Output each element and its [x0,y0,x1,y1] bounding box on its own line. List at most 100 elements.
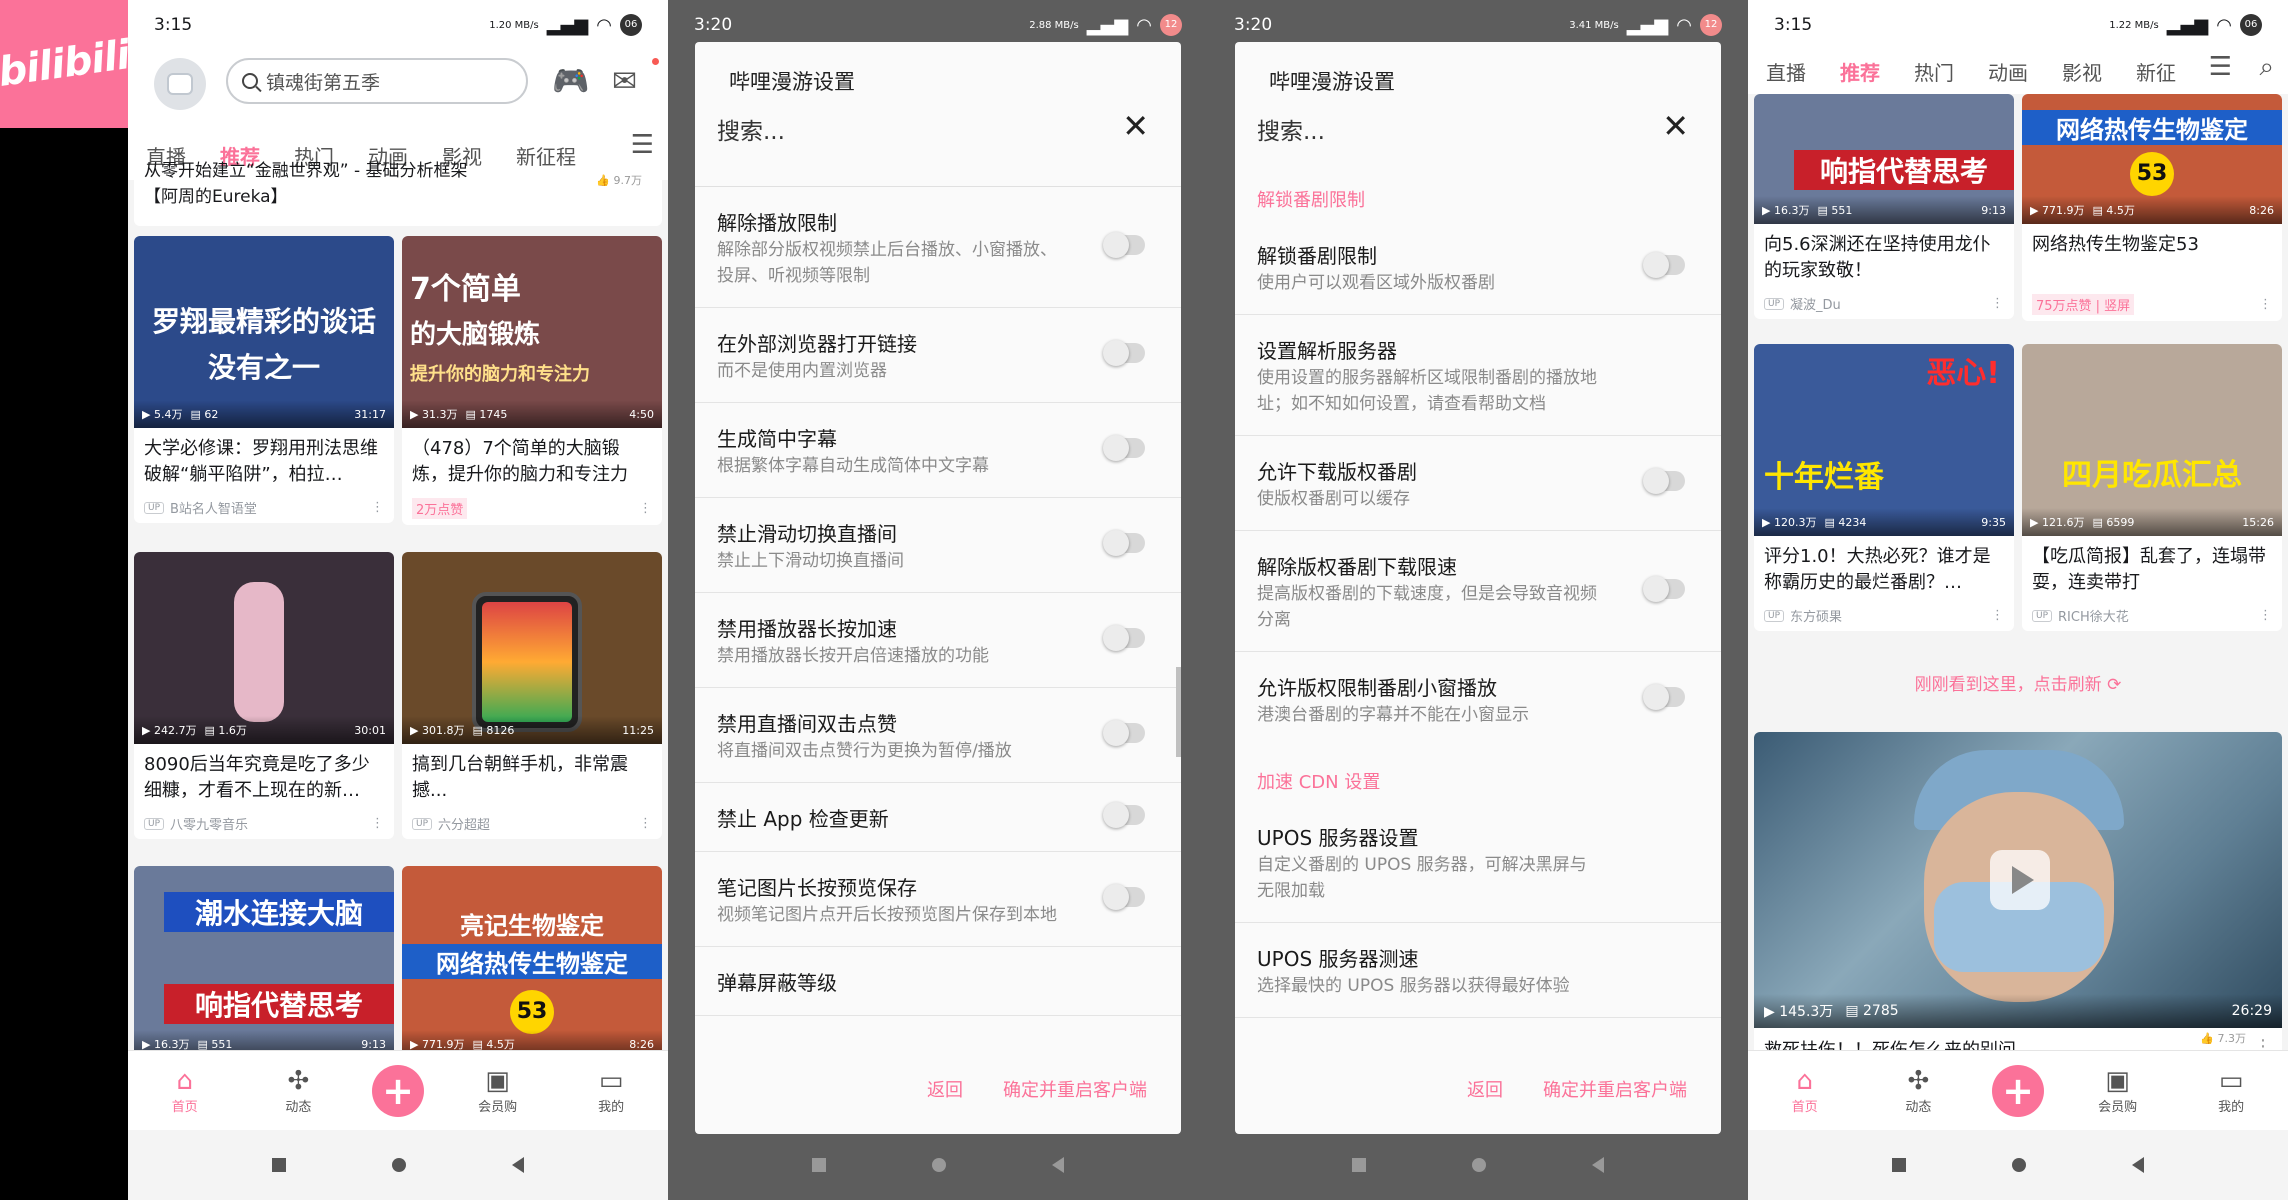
recents-button[interactable] [272,1158,286,1172]
menu-icon[interactable]: ☰ [631,130,654,160]
more-icon[interactable]: ⋮ [371,500,384,515]
setting-row[interactable]: 禁用播放器长按加速 禁用播放器长按开启倍速播放的功能 [695,593,1181,688]
setting-row[interactable]: 生成简中字幕 根据繁体字幕自动生成简体中文字幕 [695,403,1181,498]
more-icon[interactable]: ⋮ [1991,296,2004,311]
refresh-prompt[interactable]: 刚刚看到这里，点击刷新 ⟳ [1748,670,2288,695]
video-card[interactable]: ▶ 301.8万 ▤ 8126 11:25 搞到几台朝鲜手机，非常震撼... UP 六… [402,552,662,839]
close-icon[interactable]: ✕ [1662,110,1689,142]
video-card[interactable]: ▶ 242.7万 ▤ 1.6万 30:01 8090后当年究竟是吃了多少细糠，才看不… [134,552,394,839]
video-card[interactable]: 四月吃瓜汇总 ▶ 121.6万 ▤ 6599 15:26 【吃瓜简报】乱套了，连塌带… [2022,344,2282,631]
more-icon[interactable]: ⋮ [639,501,652,516]
video-card[interactable]: 7个简单 的大脑锻炼 提升你的脑力和专注力 ▶ 31.3万 ▤ 1745 4:50 … [402,236,662,525]
back-text-button[interactable]: 返回 [927,1076,963,1102]
more-icon[interactable]: ⋮ [2259,297,2272,312]
video-stats: ▶ 242.7万 ▤ 1.6万 30:01 [134,716,394,744]
scrollbar[interactable] [1176,667,1181,757]
setting-row[interactable]: 在外部浏览器打开链接 而不是使用内置浏览器 [695,308,1181,403]
setting-row[interactable]: 允许下载版权番剧 使版权番剧可以缓存 [1235,436,1721,531]
video-card[interactable]: 亮记生物鉴定 网络热传生物鉴定 53 ▶ 771.9万 ▤ 4.5万 8:26 [402,866,662,1058]
tab-new-journey[interactable]: 新征 [2136,57,2176,86]
setting-row[interactable]: 禁止 App 检查更新 [695,783,1181,852]
toggle-switch[interactable] [1103,720,1145,746]
toggle-switch[interactable] [1103,625,1145,651]
home-button[interactable] [392,1158,406,1172]
home-button[interactable] [1472,1158,1486,1172]
nav-shop[interactable]: ▣ 会员购 [2078,1066,2158,1115]
tab-hot[interactable]: 热门 [1914,57,1954,86]
publish-button[interactable]: + [371,1064,424,1117]
search-icon[interactable]: ⌕ [2259,52,2274,83]
setting-row[interactable]: 禁止滑动切换直播间 禁止上下滑动切换直播间 [695,498,1181,593]
setting-row[interactable]: 解除播放限制 解除部分版权视频禁止后台播放、小窗播放、投屏、听视频等限制 [695,187,1181,308]
nav-home[interactable]: ⌂ 首页 [145,1066,225,1115]
more-icon[interactable]: ⋮ [2259,608,2272,623]
back-button[interactable] [2132,1157,2144,1173]
setting-row[interactable]: 弹幕屏蔽等级 [695,947,1181,1016]
video-card[interactable]: 罗翔最精彩的谈话 没有之一 ▶ 5.4万 ▤ 62 31:17 大学必修课：罗翔用刑… [134,236,394,523]
game-controller-icon[interactable]: 🎮 [552,64,589,99]
nav-mine[interactable]: ▭ 我的 [571,1066,651,1115]
nav-mine[interactable]: ▭ 我的 [2191,1066,2271,1115]
publish-button[interactable]: + [1991,1064,2044,1117]
more-icon[interactable]: ⋮ [639,816,652,831]
play-icon[interactable] [1990,850,2050,910]
settings-search-input[interactable]: 搜索... [717,112,785,146]
setting-title: 禁止 App 检查更新 [717,807,889,831]
toggle-switch[interactable] [1643,252,1685,278]
setting-row[interactable]: 解除版权番剧下载限速 提高版权番剧的下载速度，但是会导致音视频分离 [1235,531,1721,652]
tab-recommend[interactable]: 推荐 [1840,57,1880,98]
video-card[interactable]: 响指代替思考 ▶ 16.3万 ▤ 551 9:13 向5.6深渊还在坚持使用龙仆的玩… [1754,94,2014,319]
toggle-switch[interactable] [1103,884,1145,910]
avatar[interactable] [154,58,206,110]
setting-row[interactable]: 禁用直播间双击点赞 将直播间双击点赞行为更换为暂停/播放 [695,688,1181,783]
toggle-switch[interactable] [1103,340,1145,366]
close-icon[interactable]: ✕ [1122,110,1149,142]
back-button[interactable] [512,1157,524,1173]
setting-row[interactable]: 笔记图片长按预览保存 视频笔记图片点开后长按预览图片保存到本地 [695,852,1181,947]
tab-live[interactable]: 直播 [1766,57,1806,86]
setting-row[interactable]: 设置解析服务器 使用设置的服务器解析区域限制番剧的播放地址；如不知如何设置，请查看… [1235,315,1721,436]
nav-shop[interactable]: ▣ 会员购 [458,1066,538,1115]
video-card-large[interactable]: ▶ 145.3万▤ 278526:29 救死扶伤！！死伤怎么来的别问👍 7.3万… [1754,732,2282,1062]
more-icon[interactable]: ⋮ [371,816,384,831]
confirm-restart-button[interactable]: 确定并重启客户端 [1003,1076,1147,1102]
toggle-switch[interactable] [1103,802,1145,828]
video-card[interactable]: 恶心! 十年烂番 ▶ 120.3万 ▤ 4234 9:35 评分1.0！大热必死？谁… [1754,344,2014,631]
recents-button[interactable] [1892,1158,1906,1172]
toggle-switch[interactable] [1103,530,1145,556]
confirm-restart-button[interactable]: 确定并重启客户端 [1543,1076,1687,1102]
back-button[interactable] [1592,1157,1604,1173]
setting-title: 解除版权番剧下载限速 [1257,555,1457,579]
video-stats: ▶ 5.4万 ▤ 62 31:17 [134,400,394,428]
setting-row[interactable]: UPOS 服务器测速 选择最快的 UPOS 服务器以获得最好体验 [1235,923,1721,1018]
recents-button[interactable] [812,1158,826,1172]
toggle-switch[interactable] [1643,684,1685,710]
nav-dynamic[interactable]: ✣ 动态 [258,1066,338,1115]
more-icon[interactable]: ⋮ [1991,608,2004,623]
search-input[interactable]: 镇魂街第五季 [226,58,528,104]
toggle-switch[interactable] [1643,576,1685,602]
toggle-switch[interactable] [1103,435,1145,461]
toggle-switch[interactable] [1103,232,1145,258]
home-button[interactable] [932,1158,946,1172]
recents-button[interactable] [1352,1158,1366,1172]
setting-row[interactable]: UPOS 服务器设置 自定义番剧的 UPOS 服务器，可解决黑屏与无限加载 [1235,802,1721,923]
setting-row[interactable]: 允许版权限制番剧小窗播放 港澳台番剧的字幕并不能在小窗显示 [1235,652,1721,746]
video-card[interactable]: 网络热传生物鉴定 53 ▶ 771.9万 ▤ 4.5万 8:26 网络热传生物鉴定5… [2022,94,2282,321]
menu-icon[interactable]: ☰ [2209,52,2232,82]
nav-home[interactable]: ⌂ 首页 [1765,1066,1845,1115]
mail-icon[interactable]: ✉ [612,64,637,99]
partial-video-card[interactable]: 从零开始建立“金融世界观” - 基础分析框架 【阿周的Eureka】 👍 9.7… [134,161,662,226]
setting-desc: 禁用播放器长按开启倍速播放的功能 [717,646,989,666]
home-button[interactable] [2012,1158,2026,1172]
nav-dynamic[interactable]: ✣ 动态 [1878,1066,1958,1115]
setting-row[interactable]: 解锁番剧限制 使用户可以观看区域外版权番剧 [1235,220,1721,315]
tab-film[interactable]: 影视 [2062,57,2102,86]
toggle-switch[interactable] [1643,468,1685,494]
back-text-button[interactable]: 返回 [1467,1076,1503,1102]
dialog-actions: 返回 确定并重启客户端 [695,1044,1181,1134]
tab-anime[interactable]: 动画 [1988,57,2028,86]
back-button[interactable] [1052,1157,1064,1173]
video-card[interactable]: 潮水连接大脑 响指代替思考 ▶ 16.3万 ▤ 551 9:13 [134,866,394,1058]
settings-search-input[interactable]: 搜索... [1257,112,1325,146]
